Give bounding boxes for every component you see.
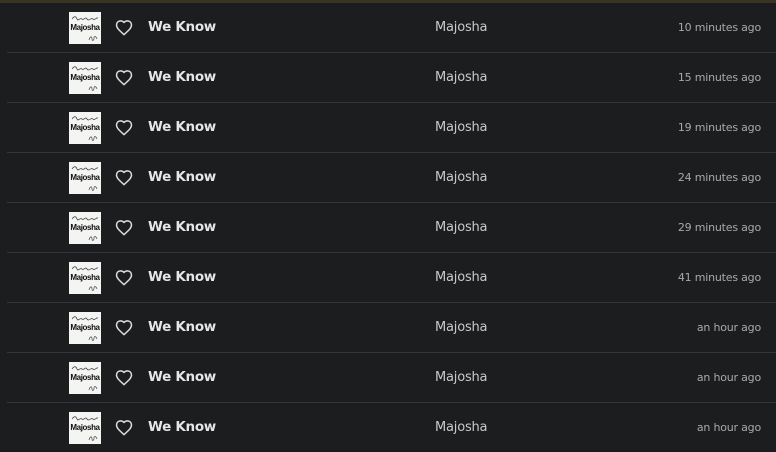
heart-icon[interactable] <box>115 319 133 336</box>
cover-flourish <box>88 436 98 441</box>
album-cover[interactable]: Majosha <box>69 262 101 294</box>
cover-flourish <box>88 386 98 391</box>
track-row[interactable]: Majosha We Know Majosha 19 minutes ago <box>7 103 776 153</box>
track-title[interactable]: We Know <box>148 319 216 335</box>
cover-script-lettering <box>71 16 99 21</box>
cover-logo-text: Majosha <box>70 73 100 82</box>
cover-logo-text: Majosha <box>70 373 100 382</box>
heart-icon[interactable] <box>115 69 133 86</box>
cover-script-lettering <box>71 216 99 221</box>
cover-script-lettering <box>71 266 99 271</box>
track-row[interactable]: Majosha We Know Majosha an hour ago <box>7 403 776 452</box>
played-time: 24 minutes ago <box>677 171 761 184</box>
cover-logo-text: Majosha <box>70 223 100 232</box>
album-cover[interactable]: Majosha <box>69 312 101 344</box>
cover-logo-text: Majosha <box>70 273 100 282</box>
track-artist[interactable]: Majosha <box>435 370 488 385</box>
cover-flourish <box>88 136 98 141</box>
cover-script-lettering <box>71 416 99 421</box>
heart-icon[interactable] <box>115 219 133 236</box>
played-time: an hour ago <box>696 321 761 334</box>
cover-script-lettering <box>71 316 99 321</box>
played-time: 29 minutes ago <box>677 221 761 234</box>
heart-icon[interactable] <box>115 119 133 136</box>
album-cover[interactable]: Majosha <box>69 362 101 394</box>
heart-icon[interactable] <box>115 269 133 286</box>
track-row[interactable]: Majosha We Know Majosha 24 minutes ago <box>7 153 776 203</box>
cover-logo-text: Majosha <box>70 423 100 432</box>
track-title[interactable]: We Know <box>148 369 216 385</box>
album-cover[interactable]: Majosha <box>69 412 101 444</box>
track-artist[interactable]: Majosha <box>435 420 488 435</box>
cover-flourish <box>88 86 98 91</box>
track-title[interactable]: We Know <box>148 269 216 285</box>
album-cover[interactable]: Majosha <box>69 212 101 244</box>
track-row[interactable]: Majosha We Know Majosha 41 minutes ago <box>7 253 776 303</box>
cover-flourish <box>88 36 98 41</box>
cover-flourish <box>88 336 98 341</box>
played-time: an hour ago <box>696 421 761 434</box>
cover-flourish <box>88 236 98 241</box>
cover-logo-text: Majosha <box>70 23 100 32</box>
heart-icon[interactable] <box>115 19 133 36</box>
track-row[interactable]: Majosha We Know Majosha 29 minutes ago <box>7 203 776 253</box>
track-row[interactable]: Majosha We Know Majosha 10 minutes ago <box>7 3 776 53</box>
track-artist[interactable]: Majosha <box>435 270 488 285</box>
track-artist[interactable]: Majosha <box>435 70 488 85</box>
cover-script-lettering <box>71 66 99 71</box>
played-time: 15 minutes ago <box>677 71 761 84</box>
track-title[interactable]: We Know <box>148 169 216 185</box>
cover-script-lettering <box>71 116 99 121</box>
album-cover[interactable]: Majosha <box>69 12 101 44</box>
track-title[interactable]: We Know <box>148 219 216 235</box>
track-artist[interactable]: Majosha <box>435 320 488 335</box>
cover-script-lettering <box>71 166 99 171</box>
cover-logo-text: Majosha <box>70 173 100 182</box>
track-title[interactable]: We Know <box>148 69 216 85</box>
cover-logo-text: Majosha <box>70 323 100 332</box>
recent-tracks-list: Majosha We Know Majosha 10 minutes ago M… <box>7 3 776 452</box>
track-title[interactable]: We Know <box>148 419 216 435</box>
track-row[interactable]: Majosha We Know Majosha 15 minutes ago <box>7 53 776 103</box>
heart-icon[interactable] <box>115 169 133 186</box>
track-artist[interactable]: Majosha <box>435 170 488 185</box>
played-time: 41 minutes ago <box>677 271 761 284</box>
played-time: an hour ago <box>696 371 761 384</box>
album-cover[interactable]: Majosha <box>69 162 101 194</box>
track-row[interactable]: Majosha We Know Majosha an hour ago <box>7 353 776 403</box>
album-cover[interactable]: Majosha <box>69 62 101 94</box>
heart-icon[interactable] <box>115 419 133 436</box>
track-title[interactable]: We Know <box>148 119 216 135</box>
cover-logo-text: Majosha <box>70 123 100 132</box>
album-cover[interactable]: Majosha <box>69 112 101 144</box>
track-artist[interactable]: Majosha <box>435 120 488 135</box>
played-time: 10 minutes ago <box>677 21 761 34</box>
track-row[interactable]: Majosha We Know Majosha an hour ago <box>7 303 776 353</box>
heart-icon[interactable] <box>115 369 133 386</box>
cover-flourish <box>88 286 98 291</box>
track-artist[interactable]: Majosha <box>435 20 488 35</box>
track-artist[interactable]: Majosha <box>435 220 488 235</box>
played-time: 19 minutes ago <box>677 121 761 134</box>
cover-script-lettering <box>71 366 99 371</box>
track-title[interactable]: We Know <box>148 19 216 35</box>
cover-flourish <box>88 186 98 191</box>
